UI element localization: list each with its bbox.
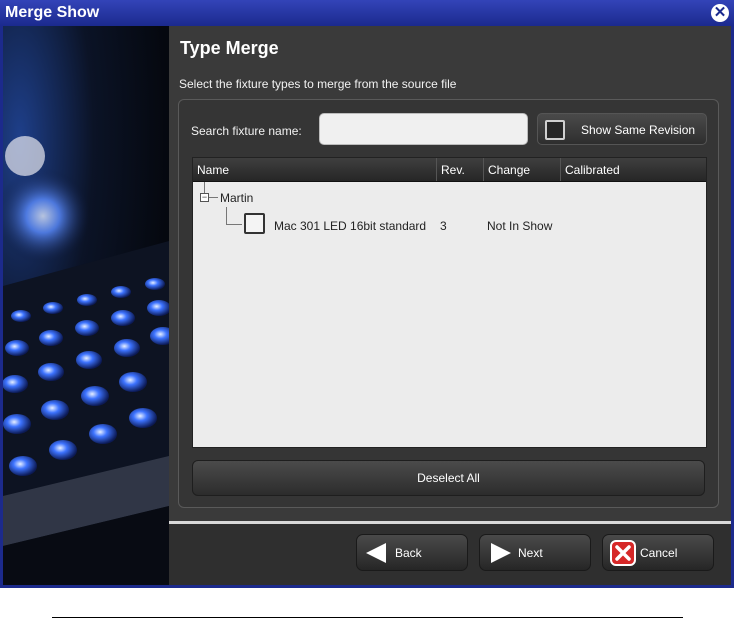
- search-fixture-input[interactable]: [319, 113, 528, 145]
- tree-connector: [209, 197, 218, 198]
- page-rule: [52, 617, 683, 618]
- stage-lights-graphic: [3, 136, 169, 585]
- close-icon[interactable]: ✕: [711, 4, 729, 22]
- cancel-label: Cancel: [640, 546, 678, 560]
- decorative-side-image: [3, 26, 169, 585]
- merge-show-dialog: Merge Show ✕ Type Merge Select the fixtu…: [0, 0, 734, 588]
- wizard-footer: Back Next Cancel: [169, 524, 731, 585]
- next-button[interactable]: Next: [479, 534, 591, 571]
- cancel-button[interactable]: Cancel: [602, 534, 714, 571]
- cancel-x-icon: [610, 540, 636, 566]
- tree-group-martin[interactable]: Martin: [220, 191, 253, 205]
- page-instructions: Select the fixture types to merge from t…: [179, 77, 457, 91]
- collapse-icon[interactable]: −: [200, 193, 209, 202]
- tree-body: − Martin Mac 301 LED 16bit standard 3 No…: [193, 182, 706, 447]
- type-merge-panel: Type Merge Select the fixture types to m…: [169, 26, 731, 585]
- tree-connector: [226, 224, 242, 225]
- fixture-type-tree[interactable]: Name Rev. Change Calibrated − Martin Mac…: [192, 157, 707, 448]
- column-header-calibrated[interactable]: Calibrated: [561, 158, 706, 181]
- tree-connector: [226, 207, 227, 224]
- column-header-rev[interactable]: Rev.: [437, 158, 484, 181]
- fixture-selection-group: Search fixture name: Show Same Revision …: [178, 99, 719, 508]
- back-button[interactable]: Back: [356, 534, 468, 571]
- title-bar: Merge Show ✕: [0, 0, 734, 26]
- column-header-change[interactable]: Change: [484, 158, 561, 181]
- arrow-left-icon: [366, 543, 386, 563]
- back-label: Back: [395, 546, 422, 560]
- show-same-revision-checkbox[interactable]: [545, 120, 565, 140]
- show-same-revision-label: Show Same Revision: [581, 123, 696, 137]
- arrow-right-icon: [491, 543, 511, 563]
- next-label: Next: [518, 546, 543, 560]
- column-header-name[interactable]: Name: [193, 158, 437, 181]
- search-label: Search fixture name:: [191, 124, 302, 138]
- fixture-checkbox[interactable]: [244, 213, 265, 234]
- fixture-rev: 3: [440, 219, 447, 233]
- page-title: Type Merge: [180, 38, 279, 58]
- fixture-change: Not In Show: [487, 219, 553, 233]
- window-title: Merge Show: [5, 4, 100, 21]
- fixture-name[interactable]: Mac 301 LED 16bit standard: [274, 219, 426, 233]
- tree-header: Name Rev. Change Calibrated: [193, 158, 706, 182]
- deselect-all-button[interactable]: Deselect All: [192, 460, 705, 496]
- show-same-revision-toggle[interactable]: Show Same Revision: [537, 113, 707, 145]
